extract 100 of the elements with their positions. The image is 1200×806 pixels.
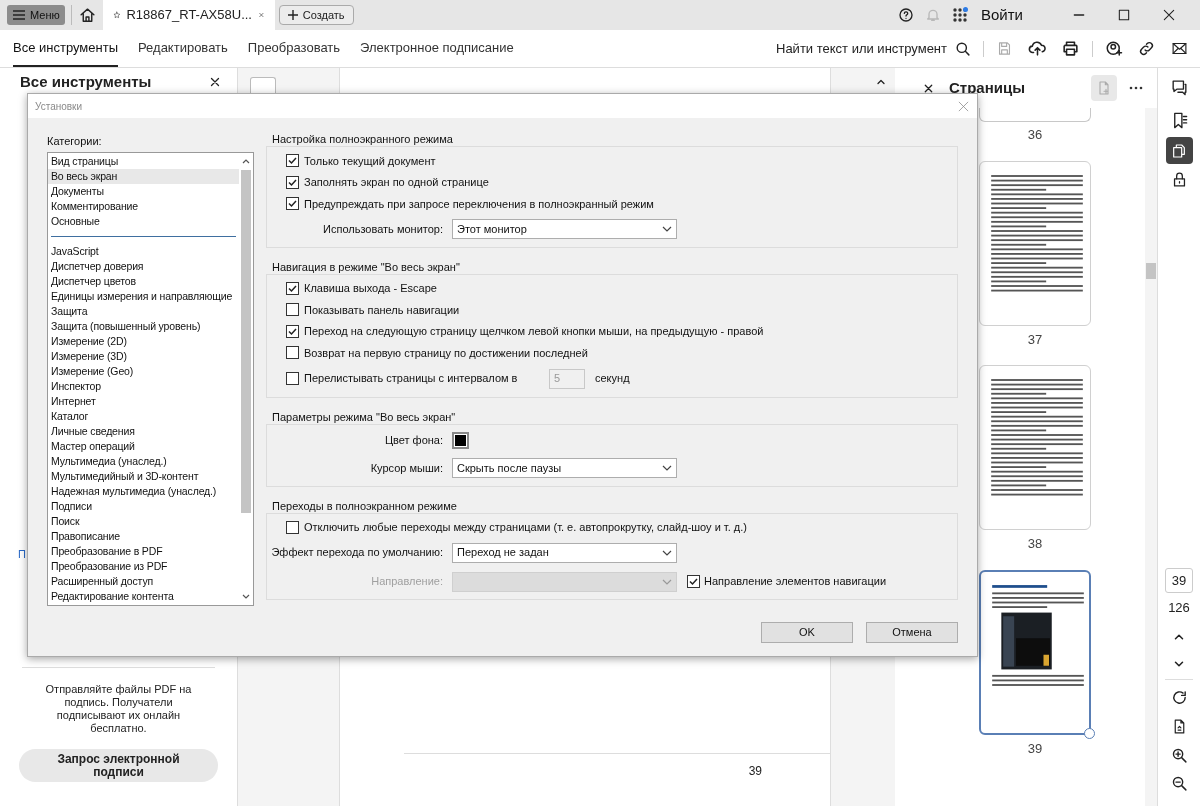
category-item[interactable]: Преобразование в PDF bbox=[48, 544, 239, 559]
link-icon[interactable] bbox=[1138, 40, 1155, 57]
maximize-icon[interactable] bbox=[1116, 7, 1132, 23]
checkbox[interactable] bbox=[286, 303, 299, 317]
category-item[interactable]: Инспектор bbox=[48, 379, 239, 394]
category-item[interactable]: Редактирование контента bbox=[48, 589, 239, 604]
dropdown[interactable]: Скрыть после паузы bbox=[452, 458, 677, 478]
page-number: 39 bbox=[748, 764, 762, 778]
checkbox-label: Предупреждать при запросе переключения в полноэкранный режим bbox=[304, 196, 654, 212]
page-thumbnail[interactable] bbox=[979, 108, 1091, 122]
category-item[interactable]: Мастер операций bbox=[48, 439, 239, 454]
dropdown[interactable]: Переход не задан bbox=[452, 542, 677, 563]
checkbox[interactable] bbox=[286, 154, 299, 168]
checkbox[interactable] bbox=[286, 520, 299, 534]
category-item[interactable]: Интернет bbox=[48, 394, 239, 409]
category-item[interactable]: Подписи bbox=[48, 499, 239, 514]
menu-icon bbox=[12, 9, 26, 21]
request-signature-button[interactable]: Запрос электронной подписи bbox=[19, 749, 218, 782]
section-title: Переходы в полноэкранном режиме bbox=[271, 498, 458, 513]
categories-list[interactable] bbox=[47, 152, 254, 606]
category-item[interactable]: Защита (повышенный уровень) bbox=[48, 319, 239, 334]
sign-in-button[interactable]: Войти bbox=[981, 3, 1043, 27]
category-item[interactable]: Диспетчер доверия bbox=[48, 259, 239, 274]
close-icon[interactable] bbox=[923, 82, 934, 94]
category-item[interactable]: Измерение (3D) bbox=[48, 349, 239, 364]
checkbox-label: Перелистывать страницы с интервалом в bbox=[304, 371, 519, 387]
checkbox[interactable] bbox=[286, 372, 299, 385]
section-title: Параметры режима "Во весь экран" bbox=[271, 409, 457, 424]
toolbar-tab[interactable]: Преобразовать bbox=[247, 30, 341, 67]
scroll-up-icon[interactable] bbox=[242, 158, 250, 164]
checkbox[interactable] bbox=[286, 346, 299, 360]
search-icon bbox=[954, 40, 971, 57]
mail-icon[interactable] bbox=[1171, 40, 1188, 57]
document-tab[interactable]: R18867_RT-AX58U... bbox=[102, 0, 275, 30]
close-icon[interactable] bbox=[1161, 7, 1177, 23]
toolbar-tab[interactable]: Электронное подписание bbox=[360, 30, 514, 67]
user-add-icon[interactable] bbox=[1105, 39, 1123, 58]
category-item[interactable]: Основные bbox=[48, 214, 239, 229]
category-item[interactable]: Преобразование из PDF bbox=[48, 559, 239, 574]
checkbox-label: Заполнять экран по одной странице bbox=[304, 175, 489, 190]
checkbox[interactable] bbox=[286, 324, 299, 338]
upload-icon[interactable] bbox=[1028, 39, 1047, 58]
toolbar-tab[interactable]: Все инструменты bbox=[13, 30, 118, 67]
resize-handle[interactable] bbox=[1084, 727, 1095, 739]
page-count: 126 bbox=[1168, 599, 1190, 617]
field-label: Направление: bbox=[371, 575, 443, 588]
apps-icon[interactable] bbox=[952, 7, 968, 23]
categories-label: Категории: bbox=[47, 134, 103, 149]
category-item[interactable]: Диспетчер цветов bbox=[48, 274, 239, 289]
field-label: Использовать монитор: bbox=[323, 222, 443, 235]
close-icon[interactable] bbox=[209, 76, 221, 89]
scroll-down-icon[interactable] bbox=[242, 594, 250, 600]
category-item[interactable]: Правописание bbox=[48, 529, 239, 544]
category-item[interactable]: Документы bbox=[48, 184, 239, 199]
category-item[interactable]: Поиск bbox=[48, 514, 239, 529]
checkbox[interactable] bbox=[286, 175, 299, 189]
more-icon[interactable] bbox=[1129, 86, 1143, 90]
category-item[interactable]: Надежная мультимедиа (унаслед.) bbox=[48, 484, 239, 499]
checkbox-label: Только текущий документ bbox=[304, 153, 436, 169]
create-button[interactable]: Создать bbox=[278, 5, 354, 25]
chevron-down-icon bbox=[662, 465, 672, 471]
print-icon[interactable] bbox=[1061, 39, 1080, 58]
search-field[interactable]: Найти текст или инструмент bbox=[776, 38, 971, 59]
promo-text: Отправляйте файлы PDF на подпись. Получатели подписывают их онлайн бесплатно. bbox=[44, 683, 193, 735]
chevron-down-icon bbox=[662, 549, 672, 556]
category-item[interactable]: Измерение (2D) bbox=[48, 334, 239, 349]
category-item[interactable]: Каталог bbox=[48, 409, 239, 424]
category-item[interactable]: Единицы измерения и направляющие bbox=[48, 289, 239, 304]
color-swatch[interactable] bbox=[452, 432, 469, 449]
checkbox-label: Показывать панель навигации bbox=[304, 302, 460, 318]
toolbar-tab[interactable]: Редактировать bbox=[138, 30, 228, 67]
menu-button[interactable]: Меню bbox=[7, 5, 65, 25]
comment-icon[interactable] bbox=[1169, 78, 1189, 97]
rotate-icon[interactable] bbox=[1170, 688, 1188, 706]
help-icon[interactable] bbox=[898, 7, 914, 23]
category-item[interactable]: JavaScript bbox=[48, 244, 239, 259]
category-item[interactable]: Мультимедиа (унаслед.) bbox=[48, 454, 239, 469]
scrollbar[interactable] bbox=[1145, 108, 1157, 806]
zoom-in-icon[interactable] bbox=[1170, 746, 1188, 764]
dialog-title: Установки bbox=[35, 99, 83, 114]
dialog-button[interactable]: OK bbox=[761, 622, 853, 643]
checkbox[interactable] bbox=[286, 197, 299, 211]
home-icon[interactable] bbox=[78, 6, 96, 24]
category-item[interactable]: Комментирование bbox=[48, 199, 239, 214]
dropdown[interactable]: Этот монитор bbox=[452, 219, 677, 239]
plus-icon bbox=[287, 10, 298, 20]
category-item[interactable]: Личные сведения bbox=[48, 424, 239, 439]
category-item[interactable]: Измерение (Geo) bbox=[48, 364, 239, 379]
category-item[interactable]: Мультимедийный и 3D-контент bbox=[48, 469, 239, 484]
page-number-field[interactable]: 39 bbox=[1165, 568, 1193, 593]
category-item[interactable]: Расширенный доступ bbox=[48, 574, 239, 589]
category-item[interactable]: Во весь экран bbox=[48, 169, 239, 184]
pages-icon[interactable] bbox=[1165, 137, 1193, 164]
dialog-button[interactable]: Отмена bbox=[866, 622, 958, 643]
panel-link[interactable]: П bbox=[18, 547, 26, 560]
checkbox[interactable] bbox=[286, 281, 299, 295]
zoom-out-icon[interactable] bbox=[1170, 774, 1188, 792]
category-item[interactable]: Вид страницы bbox=[48, 154, 239, 169]
checkbox-label: Клавиша выхода - Escape bbox=[304, 281, 437, 296]
category-item[interactable]: Защита bbox=[48, 304, 239, 319]
